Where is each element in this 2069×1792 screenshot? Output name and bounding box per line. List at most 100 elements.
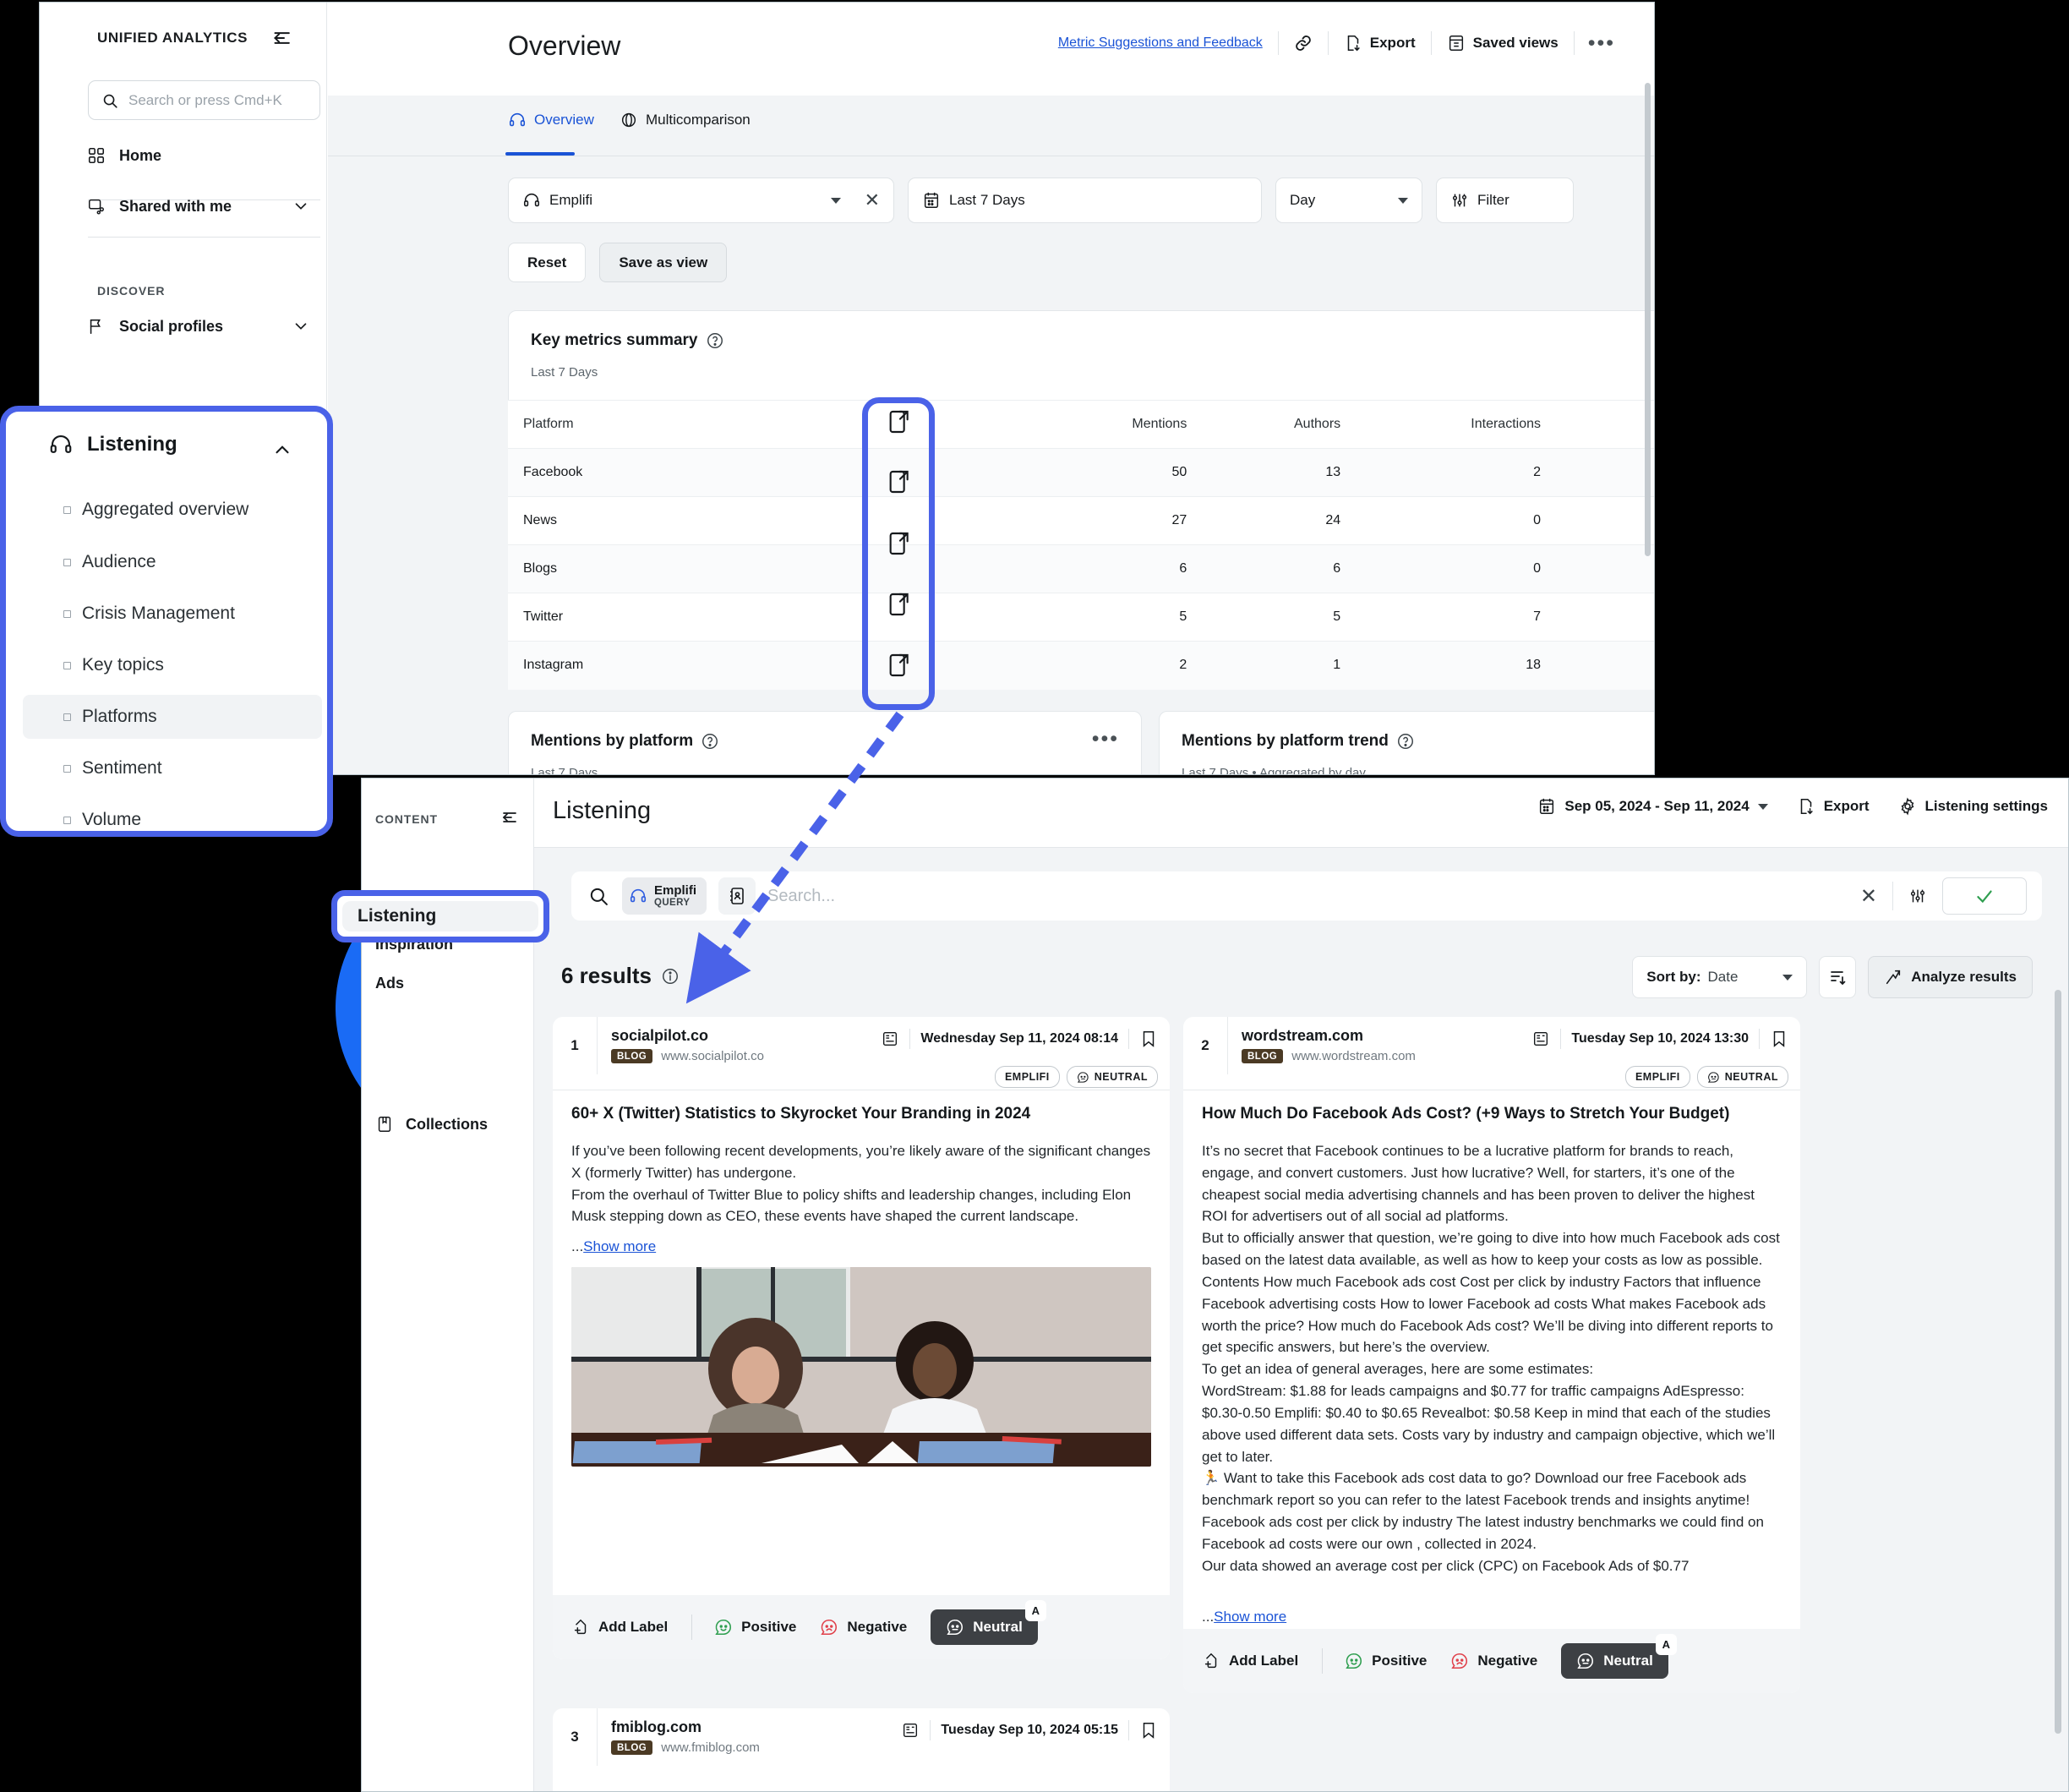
result-title[interactable]: How Much Do Facebook Ads Cost? (+9 Ways … — [1183, 1105, 1748, 1123]
listening-nav-header[interactable]: Listening — [48, 432, 177, 457]
bookmark-icon[interactable] — [1139, 1721, 1158, 1740]
sidebar-item-social-profiles[interactable]: Social profiles — [40, 307, 327, 346]
collapse-left-icon[interactable] — [501, 807, 521, 828]
saved-views-button[interactable]: Saved views — [1432, 34, 1574, 52]
expand-row-icon[interactable] — [880, 648, 917, 682]
card-title-text: Mentions by platform trend — [1182, 732, 1389, 751]
expand-row-icon[interactable] — [880, 527, 917, 560]
collapse-left-icon[interactable] — [272, 26, 296, 50]
query-select[interactable]: Emplifi ✕ — [508, 178, 894, 223]
contact-card-icon[interactable] — [718, 877, 756, 915]
tab-multicomparison[interactable]: Multicomparison — [620, 111, 751, 129]
smiley-neutral-icon — [1576, 1652, 1595, 1670]
sort-direction-button[interactable] — [1819, 956, 1856, 998]
bookmark-icon[interactable] — [1139, 1030, 1158, 1048]
sentiment-negative-button[interactable]: Negative — [820, 1618, 931, 1636]
sentiment-neutral-button[interactable]: Neutral A — [1561, 1643, 1668, 1679]
tag-query[interactable]: EMPLIFI — [1625, 1066, 1690, 1088]
filter-button[interactable]: Filter — [1436, 178, 1574, 223]
result-show-more[interactable]: ...Show more — [553, 1238, 674, 1255]
filter-label: Filter — [1477, 192, 1509, 209]
result-title[interactable]: 60+ X (Twitter) Statistics to Skyrocket … — [553, 1105, 1049, 1123]
tab-overview[interactable]: Overview — [508, 111, 594, 129]
sort-by-value: Date — [1708, 969, 1739, 986]
table-row[interactable]: Instagram 2 1 18 73,251 — [508, 642, 1655, 690]
sidebar-item-platforms[interactable]: Platforms — [23, 695, 322, 739]
sentiment-neutral-button[interactable]: Neutral A — [931, 1609, 1038, 1645]
sidebar-item-aggregated-overview[interactable]: Aggregated overview — [23, 488, 322, 532]
close-icon[interactable]: ✕ — [1860, 884, 1877, 909]
metric-feedback-link[interactable]: Metric Suggestions and Feedback — [1043, 36, 1278, 51]
search-icon[interactable] — [587, 884, 610, 908]
date-range-button[interactable]: Sep 05, 2024 - Sep 11, 2024 — [1537, 797, 1767, 816]
sidebar-item-crisis-management[interactable]: Crisis Management — [23, 592, 322, 636]
result-type-badge: BLOG — [611, 1049, 652, 1063]
add-label-button[interactable]: Add Label — [571, 1618, 691, 1636]
table-row[interactable]: News 27 24 0 0 — [508, 497, 1655, 545]
confirm-query-button[interactable] — [1942, 877, 2027, 915]
sidebar-item-audience[interactable]: Audience — [23, 540, 322, 584]
listening-settings-button[interactable]: Listening settings — [1898, 797, 2048, 816]
analyze-results-button[interactable]: Analyze results — [1868, 956, 2033, 998]
sentiment-positive-button[interactable]: Positive — [714, 1618, 820, 1636]
smiley-negative-icon — [1450, 1652, 1469, 1670]
multicomparison-icon — [620, 111, 638, 129]
info-circle-icon[interactable] — [661, 967, 680, 986]
more-horizontal-icon[interactable]: ••• — [1092, 734, 1119, 744]
result-thumbnail[interactable] — [571, 1267, 1151, 1467]
tag-sentiment[interactable]: NEUTRAL — [1697, 1066, 1788, 1088]
table-row[interactable]: Blogs 6 6 0 0 — [508, 545, 1655, 593]
search-input[interactable]: Search or press Cmd+K — [88, 80, 320, 120]
query-chip[interactable]: Emplifi QUERY — [622, 877, 707, 915]
results-scrollbar[interactable] — [2055, 990, 2061, 1734]
expand-row-icon[interactable] — [880, 465, 917, 499]
export-button[interactable]: Export — [1329, 34, 1431, 52]
settings-label: Listening settings — [1925, 798, 2048, 815]
bookmark-book-icon — [375, 1115, 394, 1134]
export-button[interactable]: Export — [1797, 797, 1870, 816]
show-more-link[interactable]: Show more — [583, 1238, 656, 1254]
table-row[interactable]: Facebook 50 13 2 1,103,131 — [508, 449, 1655, 497]
sentiment-positive-button[interactable]: Positive — [1345, 1652, 1450, 1670]
vertical-scrollbar[interactable] — [1645, 83, 1651, 556]
listening-menu-item-highlight-overlay[interactable]: Listening — [331, 890, 549, 942]
sidebar-item-ads[interactable]: Ads — [375, 975, 404, 992]
sliders-icon[interactable] — [1908, 885, 1927, 907]
granularity-select[interactable]: Day — [1275, 178, 1422, 223]
result-card[interactable]: 2 wordstream.com BLOG www.wordstream.com… — [1183, 1017, 1800, 1693]
add-label-button[interactable]: Add Label — [1202, 1652, 1322, 1670]
result-index: 1 — [553, 1017, 597, 1074]
sidebar-item-label: Crisis Management — [82, 604, 235, 624]
tag-sentiment[interactable]: NEUTRAL — [1067, 1066, 1158, 1088]
table-row[interactable]: Twitter 5 5 7 5,345 — [508, 593, 1655, 642]
sentiment-negative-button[interactable]: Negative — [1450, 1652, 1561, 1670]
result-show-more[interactable]: ...Show more — [1183, 1609, 1305, 1625]
result-type-badge: BLOG — [611, 1740, 652, 1755]
reset-button[interactable]: Reset — [508, 243, 586, 282]
expand-row-icon[interactable] — [880, 405, 917, 439]
cell-authors: 1 — [1202, 642, 1356, 690]
sidebar-item-key-topics[interactable]: Key topics — [23, 643, 322, 687]
help-circle-icon[interactable] — [1396, 732, 1415, 751]
sidebar-item-volume[interactable]: Volume — [23, 798, 322, 837]
help-circle-icon[interactable] — [701, 732, 719, 751]
result-card[interactable]: 3 fmiblog.com BLOG www.fmiblog.com Tuesd… — [553, 1708, 1170, 1792]
search-input[interactable]: Search... — [767, 887, 1848, 906]
date-range-select[interactable]: Last 7 Days — [908, 178, 1262, 223]
bookmark-icon[interactable] — [1770, 1030, 1788, 1048]
result-card[interactable]: 1 socialpilot.co BLOG www.socialpilot.co… — [553, 1017, 1170, 1659]
more-horizontal-icon[interactable]: ••• — [1575, 38, 1629, 48]
close-icon[interactable]: ✕ — [865, 189, 880, 211]
chevron-up-icon[interactable] — [271, 439, 293, 461]
sidebar-item-shared-with-me[interactable]: Shared with me — [40, 187, 327, 226]
save-as-view-button[interactable]: Save as view — [599, 243, 727, 282]
sort-by-select[interactable]: Sort by: Date — [1632, 956, 1807, 998]
show-more-link[interactable]: Show more — [1214, 1609, 1286, 1625]
link-icon[interactable] — [1279, 32, 1328, 54]
sidebar-item-collections[interactable]: Collections — [375, 1115, 488, 1134]
sidebar-item-home[interactable]: Home — [40, 136, 327, 175]
sidebar-item-sentiment[interactable]: Sentiment — [23, 746, 322, 790]
help-circle-icon[interactable] — [706, 331, 724, 350]
tag-query[interactable]: EMPLIFI — [995, 1066, 1060, 1088]
expand-row-icon[interactable] — [880, 587, 917, 621]
